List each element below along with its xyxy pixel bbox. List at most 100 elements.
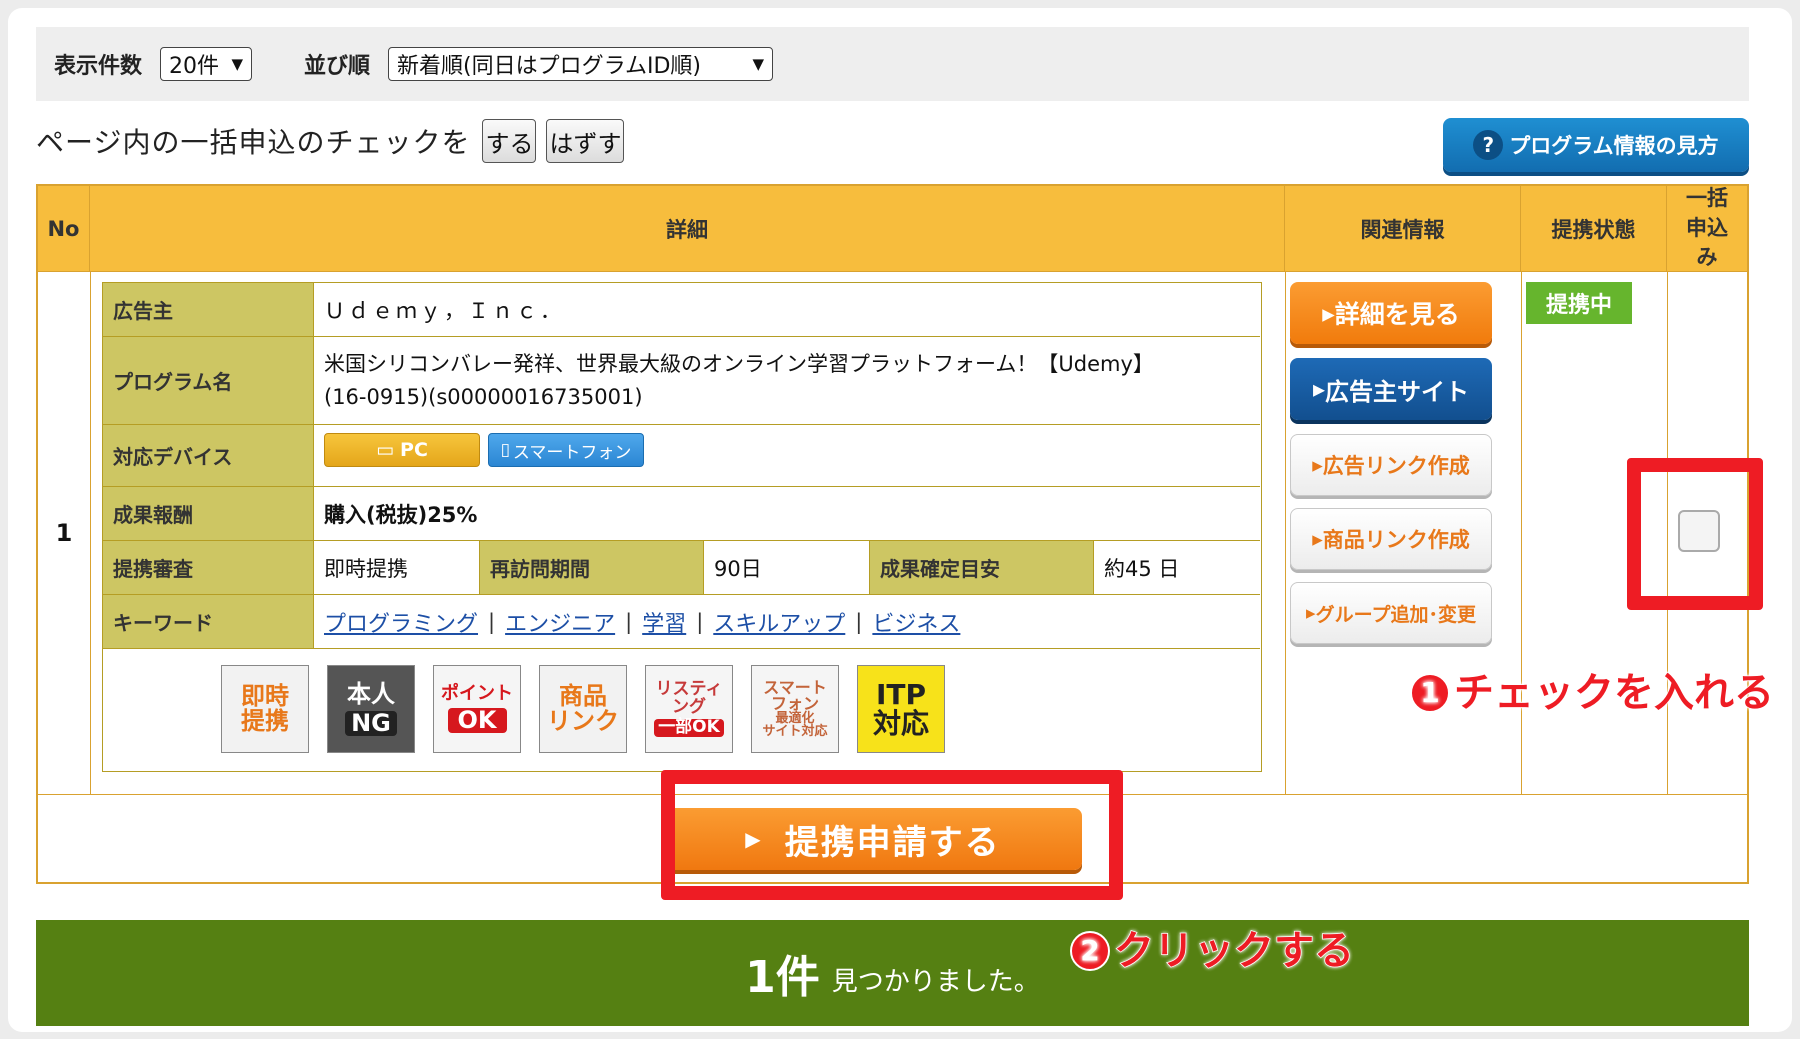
- step-number: 2: [1070, 930, 1110, 971]
- check-all-button[interactable]: する: [482, 119, 537, 163]
- detail-row-advertiser: 広告主 Ｕｄｅｍｙ，Ｉｎｃ．: [103, 283, 1260, 337]
- count-select-value: 20件: [169, 54, 220, 79]
- feature-badges: 即時 提携 本人 NG ポイント OK 商品 リンク リスティ ング 一部OK …: [221, 665, 963, 753]
- point-ok-badge: ポイント OK: [433, 665, 521, 753]
- device-sp-label: スマートフォン: [512, 442, 632, 463]
- annotation-frame-apply: [661, 770, 1123, 900]
- header-no: No: [38, 186, 90, 271]
- confirm-label: 成果確定目安: [870, 541, 1094, 594]
- reward-label: 成果報酬: [103, 487, 314, 540]
- separator: |: [855, 609, 863, 634]
- program-name-line1: 米国シリコンバレー発祥、世界最大級のオンライン学習プラットフォーム！【Udemy…: [324, 351, 1154, 376]
- annotation-text: クリックする: [1113, 927, 1355, 975]
- badge-text: 提携: [241, 707, 289, 735]
- advertiser-label: 広告主: [103, 283, 314, 336]
- button-label: 広告主サイト: [1325, 377, 1470, 406]
- button-label: 商品リンク作成: [1322, 528, 1470, 552]
- create-ad-link-button[interactable]: ▸ 広告リンク作成: [1290, 434, 1492, 496]
- review-label: 提携審査: [103, 541, 314, 594]
- itp-support-badge: ITP 対応: [857, 665, 945, 753]
- divider: [1285, 271, 1286, 794]
- header-bulk: 一括申込み: [1667, 186, 1747, 271]
- advertiser-site-button[interactable]: ▸ 広告主サイト: [1290, 358, 1492, 420]
- program-label: プログラム名: [103, 337, 314, 424]
- button-label: グループ追加･変更: [1315, 603, 1476, 626]
- annotation-step-1: 1 チェックを入れる: [1410, 660, 1775, 718]
- result-message: 見つかりました。: [831, 966, 1040, 997]
- listing-partial-ok-badge: リスティ ング 一部OK: [645, 665, 733, 753]
- monitor-icon: ▭: [376, 439, 395, 461]
- sort-label: 並び順: [304, 54, 371, 79]
- separator: |: [625, 609, 633, 634]
- smartphone-optimized-badge: スマート フォン 最適化 サイト対応: [751, 665, 839, 753]
- badge-text: 本人: [347, 679, 395, 708]
- badge-text: OK: [447, 707, 507, 734]
- button-label: 広告リンク作成: [1322, 454, 1470, 478]
- device-label: 対応デバイス: [103, 425, 314, 486]
- revisit-label: 再訪問期間: [480, 541, 704, 594]
- detail-row-terms: 提携審査 即時提携 再訪問期間 90日 成果確定目安 約45 日: [103, 541, 1260, 595]
- badge-text: ング: [672, 696, 706, 717]
- detail-row-keywords: キーワード プログラミング | エンジニア | 学習 | スキルアップ | ビジネス: [103, 595, 1260, 649]
- detail-row-device: 対応デバイス ▭ PC ▯ スマートフォン: [103, 425, 1260, 487]
- sort-select[interactable]: 新着順(同日はプログラムID順) ▼: [388, 47, 774, 81]
- badge-text: フォン: [770, 694, 819, 713]
- annotation-text: チェックを入れる: [1453, 669, 1775, 717]
- separator: |: [696, 609, 704, 634]
- keyword-link[interactable]: スキルアップ: [713, 606, 845, 638]
- divider: [90, 271, 91, 794]
- product-link-badge: 商品 リンク: [539, 665, 627, 753]
- row-number: 1: [55, 518, 73, 547]
- badge-text: 対応: [872, 707, 929, 740]
- device-pc-badge: ▭ PC: [324, 433, 480, 467]
- device-smartphone-badge: ▯ スマートフォン: [488, 433, 644, 467]
- badge-text: リスティ: [655, 678, 723, 699]
- smartphone-icon: ▯: [500, 440, 510, 460]
- badge-text: NG: [345, 710, 397, 737]
- program-detail: 広告主 Ｕｄｅｍｙ，Ｉｎｃ． プログラム名 米国シリコンバレー発祥、世界最大級の…: [102, 282, 1262, 772]
- separator: |: [488, 609, 496, 634]
- sort-select-value: 新着順(同日はプログラムID順): [397, 54, 701, 79]
- group-add-change-button[interactable]: ▸ グループ追加･変更: [1290, 582, 1492, 644]
- detail-row-program: プログラム名 米国シリコンバレー発祥、世界最大級のオンライン学習プラットフォーム…: [103, 337, 1260, 425]
- divider: [38, 271, 1747, 272]
- confirm-value: 約45 日: [1104, 556, 1180, 581]
- uncheck-all-button[interactable]: はずす: [546, 119, 625, 163]
- keyword-link[interactable]: エンジニア: [505, 606, 615, 638]
- badge-text: 商品: [559, 681, 607, 710]
- help-button-label: プログラム情報の見方: [1509, 134, 1719, 158]
- bulk-check-row: ページ内の一括申込のチェックを する はずす: [36, 118, 634, 164]
- program-name-line2: (16-0915)(s00000016735001): [324, 384, 643, 409]
- review-value: 即時提携: [314, 541, 480, 594]
- step-number: 1: [1410, 672, 1450, 713]
- badge-text: ポイント: [441, 682, 513, 704]
- chevron-down-icon: ▼: [752, 55, 765, 73]
- keyword-list: プログラミング | エンジニア | 学習 | スキルアップ | ビジネス: [314, 595, 1260, 648]
- header-status: 提携状態: [1521, 186, 1667, 271]
- bulk-check-label: ページ内の一括申込のチェックを: [36, 126, 471, 159]
- badge-text: リンク: [547, 707, 619, 735]
- program-info-help-button[interactable]: ? プログラム情報の見方: [1443, 118, 1749, 172]
- count-label: 表示件数: [54, 54, 143, 79]
- result-banner: 1件 見つかりました。: [36, 920, 1749, 1026]
- self-purchase-ng-badge: 本人 NG: [327, 665, 415, 753]
- question-icon: ?: [1473, 130, 1504, 160]
- keyword-link[interactable]: ビジネス: [872, 606, 960, 638]
- keyword-label: キーワード: [103, 595, 314, 648]
- keyword-link[interactable]: 学習: [642, 606, 686, 638]
- count-select[interactable]: 20件 ▼: [160, 47, 253, 81]
- keyword-link[interactable]: プログラミング: [324, 606, 478, 638]
- badge-text: 即時: [241, 681, 289, 710]
- filter-bar: 表示件数 20件 ▼ 並び順 新着順(同日はプログラムID順) ▼: [36, 27, 1749, 101]
- button-label: 詳細を見る: [1334, 300, 1460, 329]
- header-related: 関連情報: [1285, 186, 1521, 271]
- instant-approval-badge: 即時 提携: [221, 665, 309, 753]
- view-details-button[interactable]: ▸ 詳細を見る: [1290, 282, 1492, 344]
- chevron-down-icon: ▼: [231, 55, 244, 73]
- revisit-value: 90日: [704, 541, 870, 594]
- advertiser-value: Ｕｄｅｍｙ，Ｉｎｃ．: [324, 298, 564, 323]
- badge-text: サイト対応: [762, 724, 828, 739]
- device-pc-label: PC: [400, 439, 428, 461]
- create-product-link-button[interactable]: ▸ 商品リンク作成: [1290, 508, 1492, 570]
- reward-value: 購入(税抜)25%: [324, 502, 478, 527]
